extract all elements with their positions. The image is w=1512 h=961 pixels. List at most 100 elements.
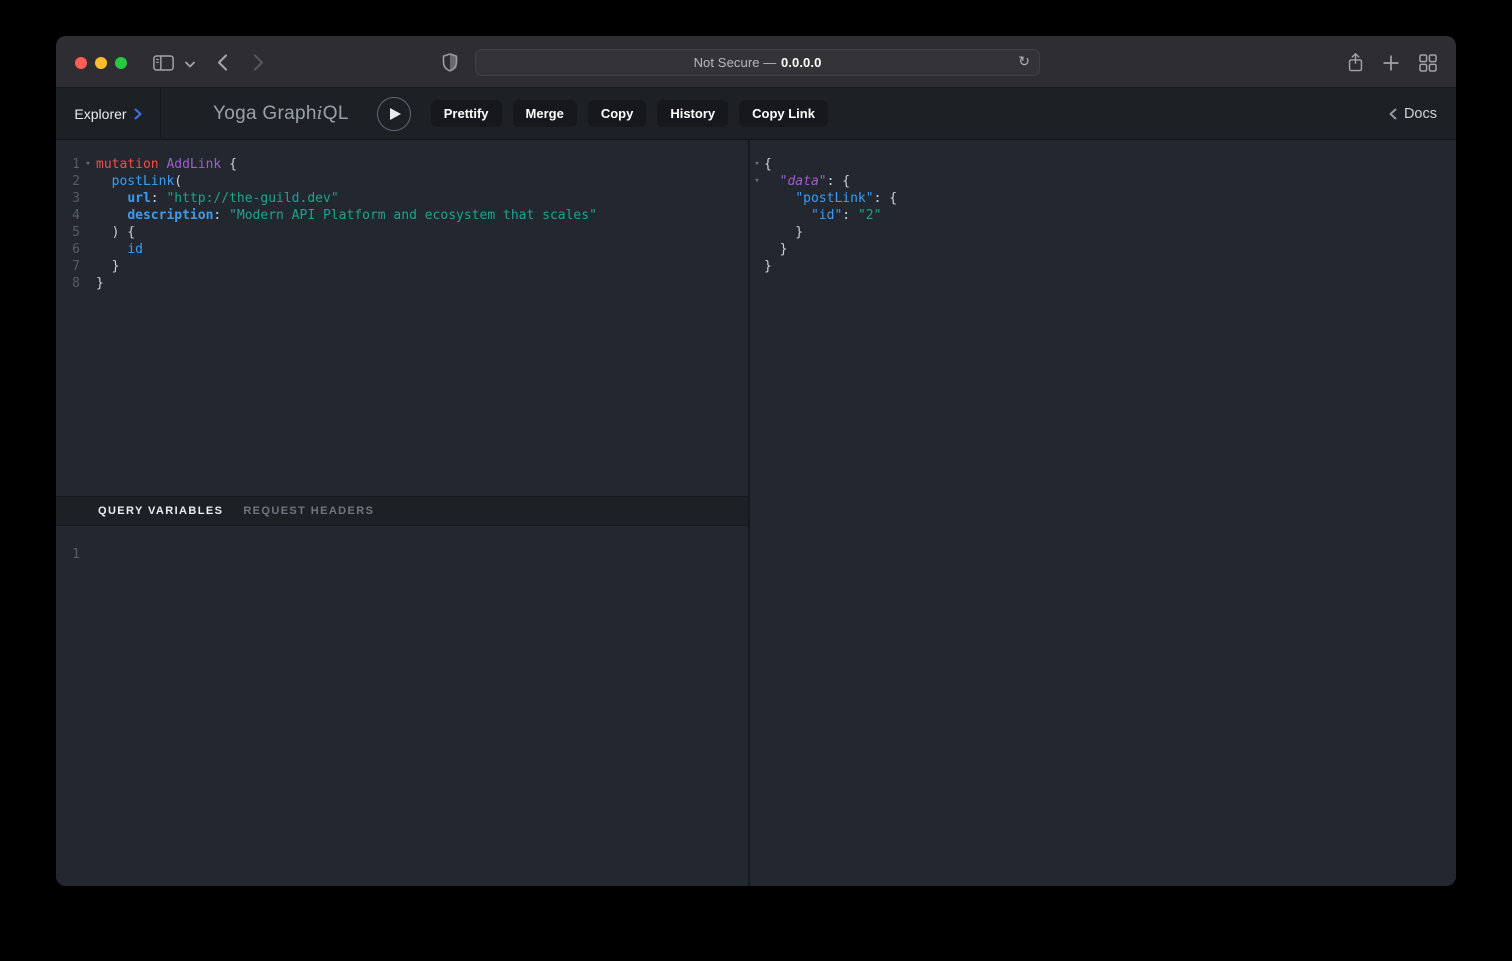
back-button[interactable]	[217, 54, 228, 71]
shield-icon	[442, 53, 458, 72]
traffic-lights	[75, 57, 127, 69]
explorer-label: Explorer	[74, 106, 126, 122]
chevron-right-icon	[134, 108, 142, 120]
code-line: }	[750, 258, 1456, 275]
code-text: ) {	[96, 224, 135, 241]
fold-gutter	[80, 546, 96, 563]
code-text: }	[764, 224, 803, 241]
code-line: "postLink": {	[750, 190, 1456, 207]
query-pane: 1▾mutation AddLink {2 postLink(3 url: "h…	[56, 140, 748, 886]
grid-icon	[1419, 54, 1437, 72]
tab-request-headers[interactable]: REQUEST HEADERS	[243, 505, 374, 517]
code-line: ▾{	[750, 156, 1456, 173]
forward-button[interactable]	[253, 54, 264, 71]
merge-button[interactable]: Merge	[513, 100, 577, 127]
url-security-label: Not Secure —	[694, 55, 777, 70]
line-number: 8	[56, 275, 80, 292]
zoom-window-button[interactable]	[115, 57, 127, 69]
code-line: 6 id	[56, 241, 748, 258]
code-line: 5 ) {	[56, 224, 748, 241]
code-text: {	[764, 156, 772, 173]
execute-query-button[interactable]	[377, 97, 411, 131]
share-button[interactable]	[1347, 52, 1364, 73]
workspace: 1▾mutation AddLink {2 postLink(3 url: "h…	[56, 140, 1456, 886]
page-title: Yoga GraphiQL	[213, 103, 349, 125]
fold-gutter	[80, 275, 96, 292]
prettify-button[interactable]: Prettify	[431, 100, 502, 127]
graphiql-toolbar: Explorer Yoga GraphiQL Prettify Merge Co…	[56, 88, 1456, 140]
code-line: 7 }	[56, 258, 748, 275]
fold-gutter	[750, 258, 764, 275]
toolbar-buttons: Prettify Merge Copy History Copy Link	[431, 100, 828, 127]
explorer-toggle-button[interactable]: Explorer	[56, 88, 161, 139]
line-number: 5	[56, 224, 80, 241]
chevron-left-icon	[1389, 108, 1397, 120]
fold-gutter	[750, 190, 764, 207]
fold-gutter	[80, 224, 96, 241]
code-line: 4 description: "Modern API Platform and …	[56, 207, 748, 224]
docs-label: Docs	[1404, 106, 1437, 122]
code-line: "id": "2"	[750, 207, 1456, 224]
code-text: }	[96, 275, 104, 292]
sidebar-toggle-button[interactable]	[153, 55, 174, 71]
code-text: }	[764, 258, 772, 275]
copy-link-button[interactable]: Copy Link	[739, 100, 828, 127]
share-icon	[1347, 52, 1364, 73]
reload-button[interactable]: ↻	[1018, 54, 1030, 70]
line-number: 1	[56, 156, 80, 173]
fold-gutter	[80, 258, 96, 275]
browser-chrome: Not Secure —0.0.0.0 ↻	[56, 36, 1456, 88]
copy-button[interactable]: Copy	[588, 100, 647, 127]
chevron-down-icon	[185, 61, 195, 68]
fold-toggle-icon[interactable]: ▾	[80, 156, 96, 173]
code-line: }	[750, 224, 1456, 241]
fold-gutter	[750, 241, 764, 258]
line-number: 2	[56, 173, 80, 190]
query-editor[interactable]: 1▾mutation AddLink {2 postLink(3 url: "h…	[56, 140, 748, 496]
fold-toggle-icon[interactable]: ▾	[750, 173, 764, 190]
code-text: mutation AddLink {	[96, 156, 237, 173]
code-line: 2 postLink(	[56, 173, 748, 190]
history-button[interactable]: History	[657, 100, 728, 127]
close-window-button[interactable]	[75, 57, 87, 69]
chevron-left-icon	[217, 54, 228, 71]
code-text: url: "http://the-guild.dev"	[96, 190, 339, 207]
code-text: id	[96, 241, 143, 258]
sidebar-icon	[153, 55, 174, 71]
fold-gutter	[80, 207, 96, 224]
browser-window: Not Secure —0.0.0.0 ↻	[56, 36, 1456, 886]
code-line: 1	[56, 546, 748, 563]
code-line: 3 url: "http://the-guild.dev"	[56, 190, 748, 207]
minimize-window-button[interactable]	[95, 57, 107, 69]
fold-toggle-icon[interactable]: ▾	[750, 156, 764, 173]
fold-gutter	[80, 241, 96, 258]
code-text: }	[764, 241, 787, 258]
code-line: }	[750, 241, 1456, 258]
line-number: 4	[56, 207, 80, 224]
plus-icon	[1383, 55, 1399, 71]
variables-editor[interactable]: 1	[56, 526, 748, 886]
tab-query-variables[interactable]: QUERY VARIABLES	[98, 505, 223, 517]
docs-button[interactable]: Docs	[1389, 106, 1437, 122]
variables-tab-bar: QUERY VARIABLES REQUEST HEADERS	[56, 496, 748, 526]
new-tab-button[interactable]	[1383, 55, 1399, 71]
address-bar[interactable]: Not Secure —0.0.0.0 ↻	[475, 49, 1040, 76]
privacy-report-button[interactable]	[442, 53, 458, 72]
response-viewer: ▾{▾ "data": { "postLink": { "id": "2" } …	[750, 140, 1456, 275]
title-prefix: Yoga Graph	[213, 103, 317, 124]
sidebar-dropdown-button[interactable]	[185, 61, 195, 68]
code-text: "id": "2"	[764, 207, 881, 224]
line-number: 7	[56, 258, 80, 275]
line-number: 6	[56, 241, 80, 258]
code-text: "data": {	[764, 173, 850, 190]
play-icon	[390, 108, 401, 120]
tab-overview-button[interactable]	[1419, 54, 1437, 72]
url-text: Not Secure —0.0.0.0	[694, 55, 822, 70]
fold-gutter	[80, 190, 96, 207]
code-line: 8}	[56, 275, 748, 292]
response-pane: ▾{▾ "data": { "postLink": { "id": "2" } …	[750, 140, 1456, 886]
code-text: "postLink": {	[764, 190, 897, 207]
line-number: 3	[56, 190, 80, 207]
code-line: ▾ "data": {	[750, 173, 1456, 190]
title-suffix: QL	[323, 103, 349, 124]
